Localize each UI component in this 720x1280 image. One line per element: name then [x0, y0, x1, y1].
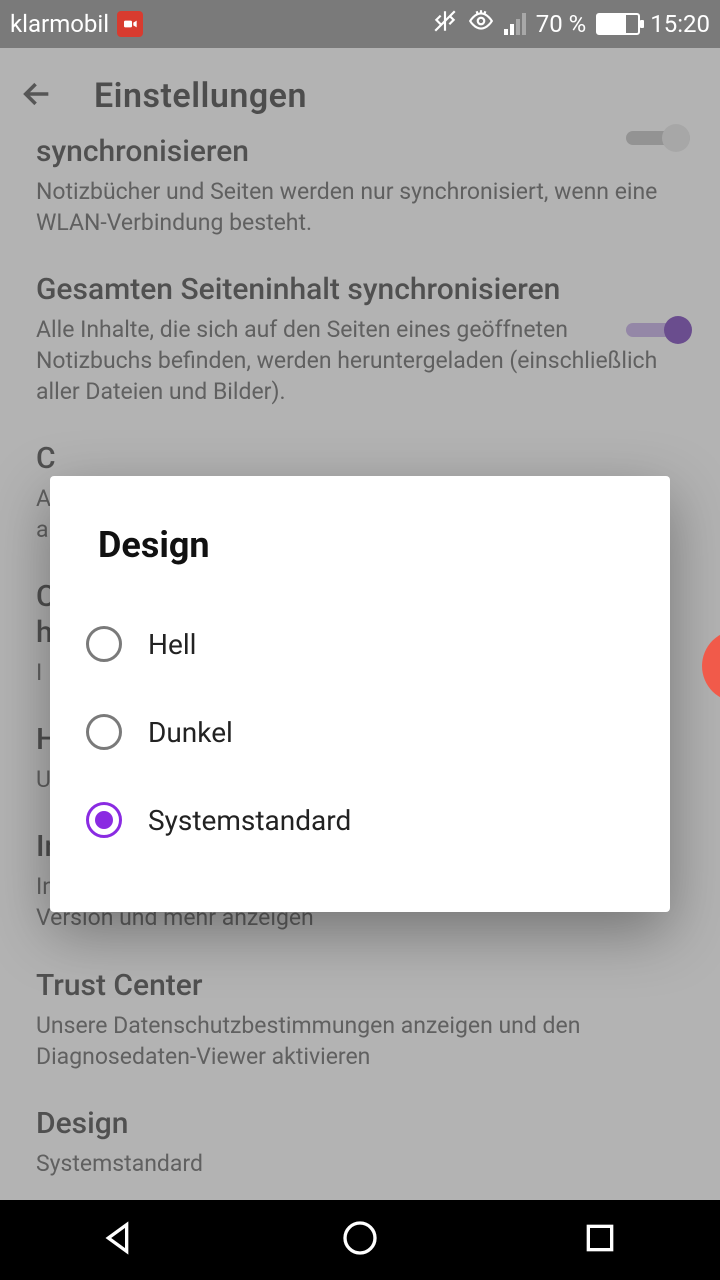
- nav-recent-icon[interactable]: [580, 1218, 620, 1262]
- nav-back-icon[interactable]: [100, 1218, 140, 1262]
- screen-record-icon: [117, 11, 143, 37]
- status-bar: klarmobil 70 % 15:20: [0, 0, 720, 48]
- battery-icon: [596, 13, 640, 35]
- radio-label: Systemstandard: [148, 804, 351, 837]
- device-screen: klarmobil 70 % 15:20 Einstellungen: [0, 0, 720, 1280]
- navigation-bar: [0, 1200, 720, 1280]
- clock-label: 15:20: [650, 10, 710, 38]
- nav-home-icon[interactable]: [340, 1218, 380, 1262]
- radio-option-systemstandard[interactable]: Systemstandard: [86, 776, 634, 864]
- radio-icon: [86, 714, 122, 750]
- radio-option-hell[interactable]: Hell: [86, 600, 634, 688]
- radio-icon: [86, 802, 122, 838]
- eye-icon: [468, 8, 494, 40]
- signal-icon: [504, 13, 526, 35]
- radio-label: Hell: [148, 628, 196, 661]
- design-dialog: Design Hell Dunkel Systemstandard: [50, 476, 670, 912]
- dialog-title: Design: [98, 524, 622, 566]
- radio-icon: [86, 626, 122, 662]
- carrier-label: klarmobil: [10, 10, 109, 38]
- app-surface: Einstellungen synchronisieren Notizbüche…: [0, 48, 720, 1200]
- radio-option-dunkel[interactable]: Dunkel: [86, 688, 634, 776]
- radio-label: Dunkel: [148, 716, 233, 749]
- battery-pct: 70 %: [536, 10, 587, 38]
- mute-icon: [432, 8, 458, 40]
